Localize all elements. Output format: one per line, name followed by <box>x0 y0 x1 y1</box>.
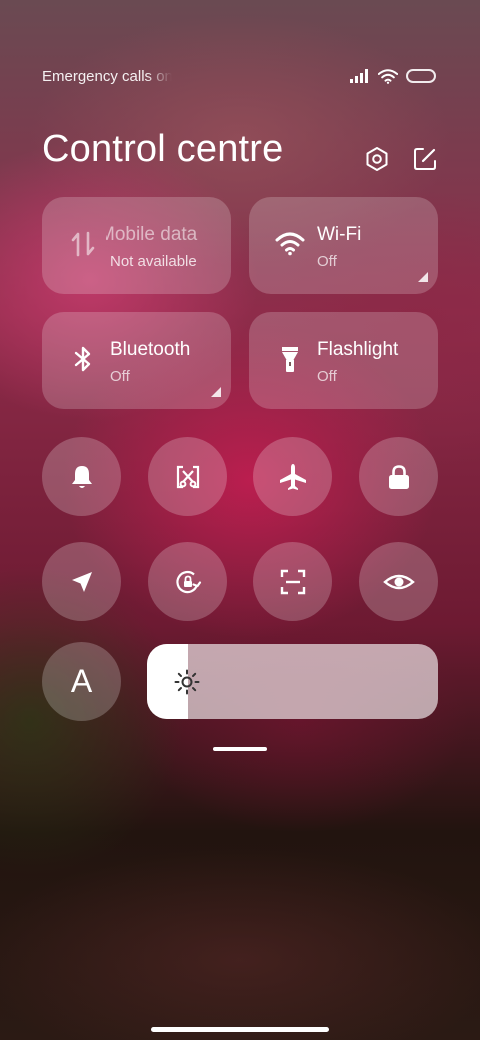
tile-status: Not available <box>110 253 197 270</box>
flashlight-icon <box>282 347 298 372</box>
tile-wifi[interactable]: Wi-Fi Off <box>249 197 438 294</box>
font-size-toggle[interactable]: A <box>42 642 121 721</box>
status-bar: Emergency calls only <box>42 66 436 86</box>
edit-icon[interactable] <box>412 146 438 172</box>
toggle-airplane-mode[interactable] <box>253 437 332 516</box>
toggle-screenshot[interactable] <box>148 437 227 516</box>
tile-label: Mobile data <box>106 224 198 245</box>
tile-label: Bluetooth <box>110 339 191 360</box>
carrier-text: Emergency calls only <box>42 67 172 85</box>
bell-icon <box>71 465 92 488</box>
wifi-icon <box>378 68 398 84</box>
tile-mobile-data[interactable]: Mobile data Not available <box>42 197 231 294</box>
tile-bluetooth[interactable]: Bluetooth Off <box>42 312 231 409</box>
expand-corner-icon[interactable] <box>418 272 428 282</box>
tile-flashlight[interactable]: Flashlight Off <box>249 312 438 409</box>
tile-status: Off <box>110 368 130 385</box>
scan-icon <box>280 569 305 594</box>
tile-label: Wi-Fi <box>317 224 362 245</box>
toggle-lock-screen[interactable] <box>359 437 438 516</box>
bluetooth-icon <box>74 346 91 372</box>
page-title: Control centre <box>42 128 284 170</box>
toggle-rotation-lock[interactable] <box>148 542 227 621</box>
location-arrow-icon <box>71 571 92 592</box>
settings-icon[interactable] <box>364 146 390 172</box>
status-icons <box>350 68 436 84</box>
airplane-icon <box>279 463 306 490</box>
home-indicator[interactable] <box>151 1027 329 1032</box>
tile-status: Off <box>317 368 337 385</box>
battery-icon <box>406 69 436 83</box>
lock-icon <box>388 464 409 489</box>
toggle-reading-mode[interactable] <box>359 542 438 621</box>
tile-status: Off <box>317 253 337 270</box>
tile-label: Flashlight <box>317 339 399 360</box>
eye-icon <box>382 574 415 589</box>
toggle-scanner[interactable] <box>253 542 332 621</box>
sun-icon <box>174 669 200 695</box>
font-size-icon: A <box>70 663 93 699</box>
toggle-location[interactable] <box>42 542 121 621</box>
expand-corner-icon[interactable] <box>211 387 221 397</box>
signal-icon <box>350 69 368 83</box>
brightness-slider[interactable] <box>147 644 438 719</box>
wifi-icon <box>275 232 305 256</box>
mobile-data-icon <box>71 231 95 257</box>
page-indicator <box>213 747 267 751</box>
toggle-silent[interactable] <box>42 437 121 516</box>
rotation-lock-icon <box>175 570 201 593</box>
header-actions <box>364 146 438 172</box>
screenshot-icon <box>176 465 199 488</box>
